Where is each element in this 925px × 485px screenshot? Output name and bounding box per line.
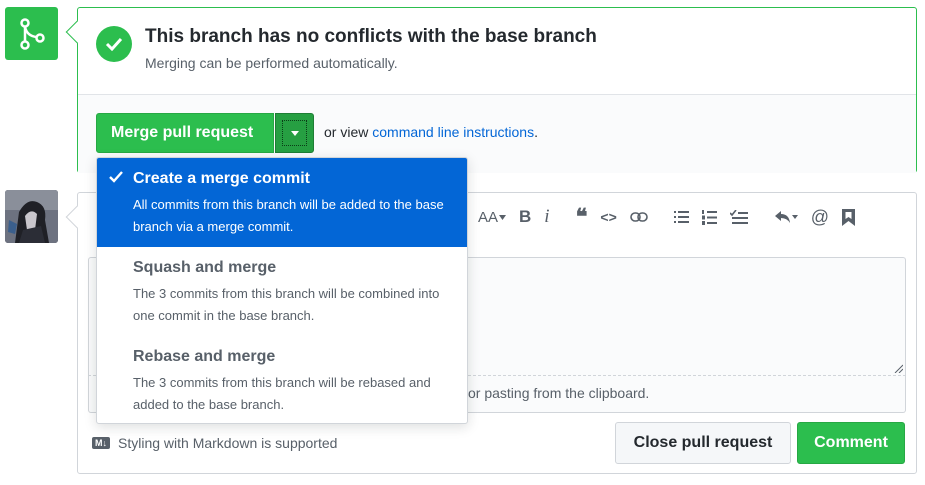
italic-icon[interactable]: i	[544, 206, 549, 228]
link-icon[interactable]	[629, 211, 648, 223]
menu-item-title: Rebase and merge	[133, 348, 276, 365]
menu-item-title: Create a merge commit	[133, 170, 310, 187]
code-icon[interactable]: <>	[600, 209, 616, 225]
comment-box-pointer	[65, 205, 89, 229]
heading-icon[interactable]: AA	[478, 209, 507, 226]
avatar[interactable]	[5, 190, 58, 243]
alt-merge-text: or view command line instructions.	[324, 124, 538, 140]
close-pull-request-button[interactable]: Close pull request	[615, 422, 791, 464]
menu-item-description: The 3 commits from this branch will be r…	[133, 375, 431, 412]
reply-icon[interactable]	[774, 210, 798, 224]
markdown-toolbar: AA B i ❝ <> @	[478, 203, 868, 231]
command-line-instructions-link[interactable]: command line instructions	[372, 124, 534, 140]
merge-status: This branch has no conflicts with the ba…	[78, 8, 916, 94]
bold-icon[interactable]: B	[519, 207, 531, 227]
merge-method-dropdown-button[interactable]	[275, 113, 314, 153]
menu-item-description: All commits from this branch will be add…	[133, 197, 444, 234]
check-icon	[109, 171, 123, 183]
merge-method-menu: Create a merge commit All commits from t…	[96, 157, 468, 424]
mention-icon[interactable]: @	[811, 207, 829, 228]
merge-box: This branch has no conflicts with the ba…	[65, 7, 917, 173]
markdown-icon: M↓	[92, 437, 110, 449]
unordered-list-icon[interactable]	[673, 210, 689, 224]
triangle-down-icon	[282, 120, 307, 146]
menu-item-description: The 3 commits from this branch will be c…	[133, 286, 440, 323]
comment-button[interactable]: Comment	[797, 422, 905, 464]
menu-item-squash-and-merge[interactable]: Squash and merge The 3 commits from this…	[97, 247, 467, 336]
merge-status-title: This branch has no conflicts with the ba…	[145, 26, 597, 47]
menu-item-rebase-and-merge[interactable]: Rebase and merge The 3 commits from this…	[97, 336, 467, 423]
ordered-list-icon[interactable]	[701, 209, 717, 225]
task-list-icon[interactable]	[729, 209, 748, 225]
drop-hint-text: or pasting from the clipboard.	[468, 385, 650, 401]
alt-text-suffix: .	[534, 124, 538, 140]
menu-item-create-merge-commit[interactable]: Create a merge commit All commits from t…	[97, 158, 467, 247]
git-merge-icon	[5, 7, 58, 60]
merge-status-subtitle: Merging can be performed automatically.	[145, 55, 398, 71]
markdown-note[interactable]: M↓ Styling with Markdown is supported	[92, 435, 337, 451]
alt-text-prefix: or view	[324, 124, 369, 140]
markdown-note-text: Styling with Markdown is supported	[118, 435, 338, 451]
bookmark-icon[interactable]	[842, 208, 856, 226]
menu-item-title: Squash and merge	[133, 259, 277, 276]
check-icon	[96, 26, 132, 62]
merge-pull-request-button[interactable]: Merge pull request	[96, 113, 274, 153]
resize-handle-icon[interactable]	[893, 363, 903, 373]
quote-icon[interactable]: ❝	[576, 204, 588, 230]
